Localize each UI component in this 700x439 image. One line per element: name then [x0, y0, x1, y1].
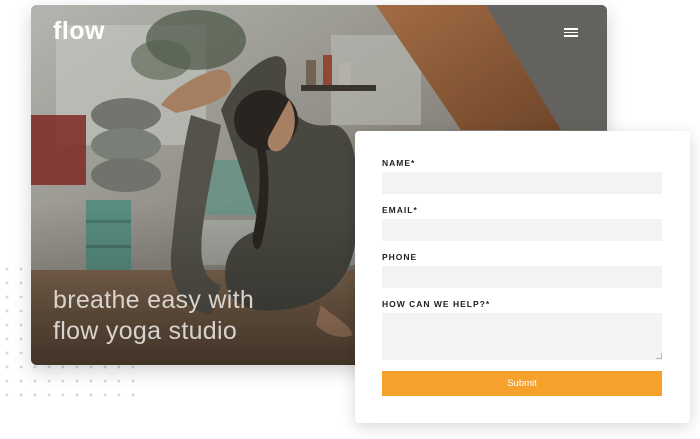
- contact-form-card: NAME* EMAIL* PHONE HOW CAN WE HELP?* Sub…: [355, 131, 690, 423]
- email-field[interactable]: [382, 219, 662, 241]
- phone-field[interactable]: [382, 266, 662, 288]
- help-message-textarea[interactable]: [382, 313, 662, 360]
- hero-headline-line-1: breathe easy with: [53, 286, 255, 314]
- hero-headline-line-2: flow yoga studio: [53, 317, 238, 345]
- name-field[interactable]: [382, 172, 662, 194]
- hero-headline: breathe easy with flow yoga studio: [53, 285, 383, 347]
- brand-logo[interactable]: flow: [53, 17, 105, 46]
- email-field-label: EMAIL*: [382, 205, 418, 215]
- name-field-label: NAME*: [382, 158, 416, 168]
- help-message-label: HOW CAN WE HELP?*: [382, 299, 491, 309]
- submit-button[interactable]: Submit: [382, 371, 662, 396]
- phone-field-label: PHONE: [382, 252, 418, 262]
- hamburger-menu-icon[interactable]: [564, 27, 580, 37]
- textarea-resize-grip-icon[interactable]: [656, 353, 662, 359]
